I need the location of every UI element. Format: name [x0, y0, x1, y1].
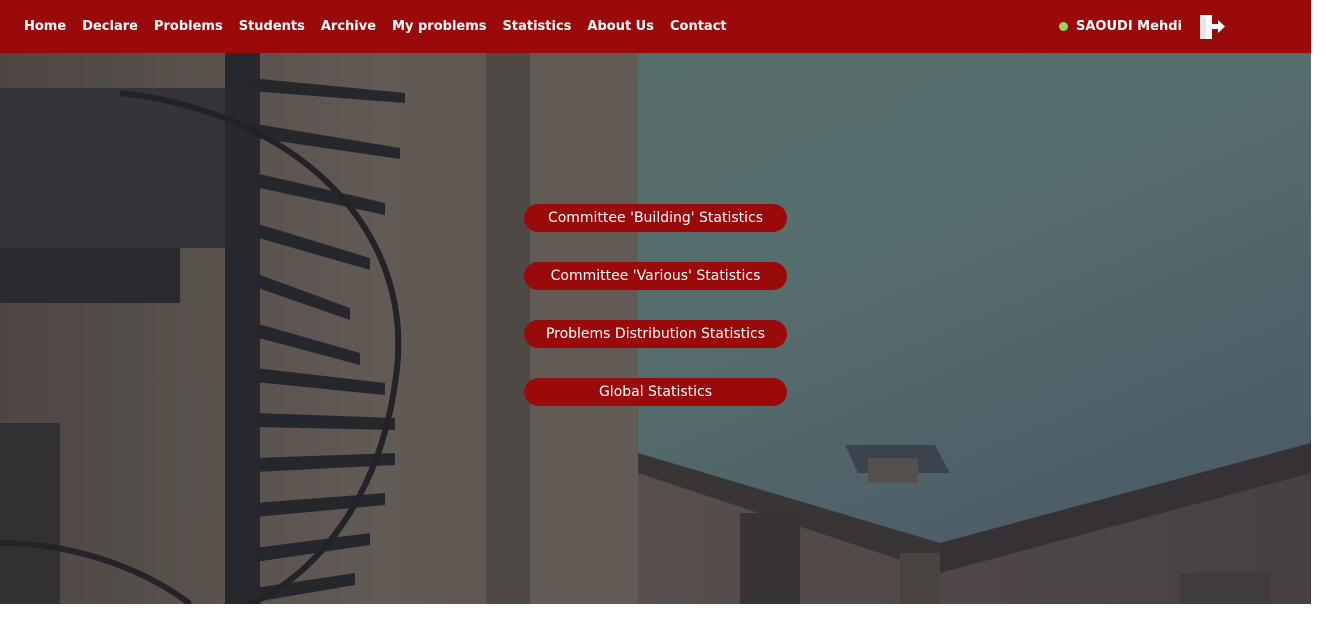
online-status-icon [1059, 22, 1068, 31]
top-navbar: Home Declare Problems Students Archive M… [0, 0, 1311, 53]
user-area: SAOUDI Mehdi [1059, 0, 1182, 53]
nav-declare[interactable]: Declare [82, 19, 138, 34]
problems-distribution-statistics-button[interactable]: Problems Distribution Statistics [524, 320, 787, 348]
nav-contact[interactable]: Contact [670, 19, 727, 34]
nav-links: Home Declare Problems Students Archive M… [24, 0, 743, 53]
nav-statistics[interactable]: Statistics [503, 19, 572, 34]
nav-problems[interactable]: Problems [154, 19, 223, 34]
nav-students[interactable]: Students [239, 19, 305, 34]
nav-about-us[interactable]: About Us [587, 19, 654, 34]
nav-home[interactable]: Home [24, 19, 66, 34]
hero-background: Committee 'Building' Statistics Committe… [0, 53, 1311, 604]
committee-various-statistics-button[interactable]: Committee 'Various' Statistics [524, 262, 787, 290]
nav-archive[interactable]: Archive [321, 19, 376, 34]
committee-building-statistics-button[interactable]: Committee 'Building' Statistics [524, 204, 787, 232]
global-statistics-button[interactable]: Global Statistics [524, 378, 787, 406]
user-name[interactable]: SAOUDI Mehdi [1076, 19, 1182, 34]
logout-icon[interactable] [1197, 14, 1225, 40]
nav-my-problems[interactable]: My problems [392, 19, 486, 34]
